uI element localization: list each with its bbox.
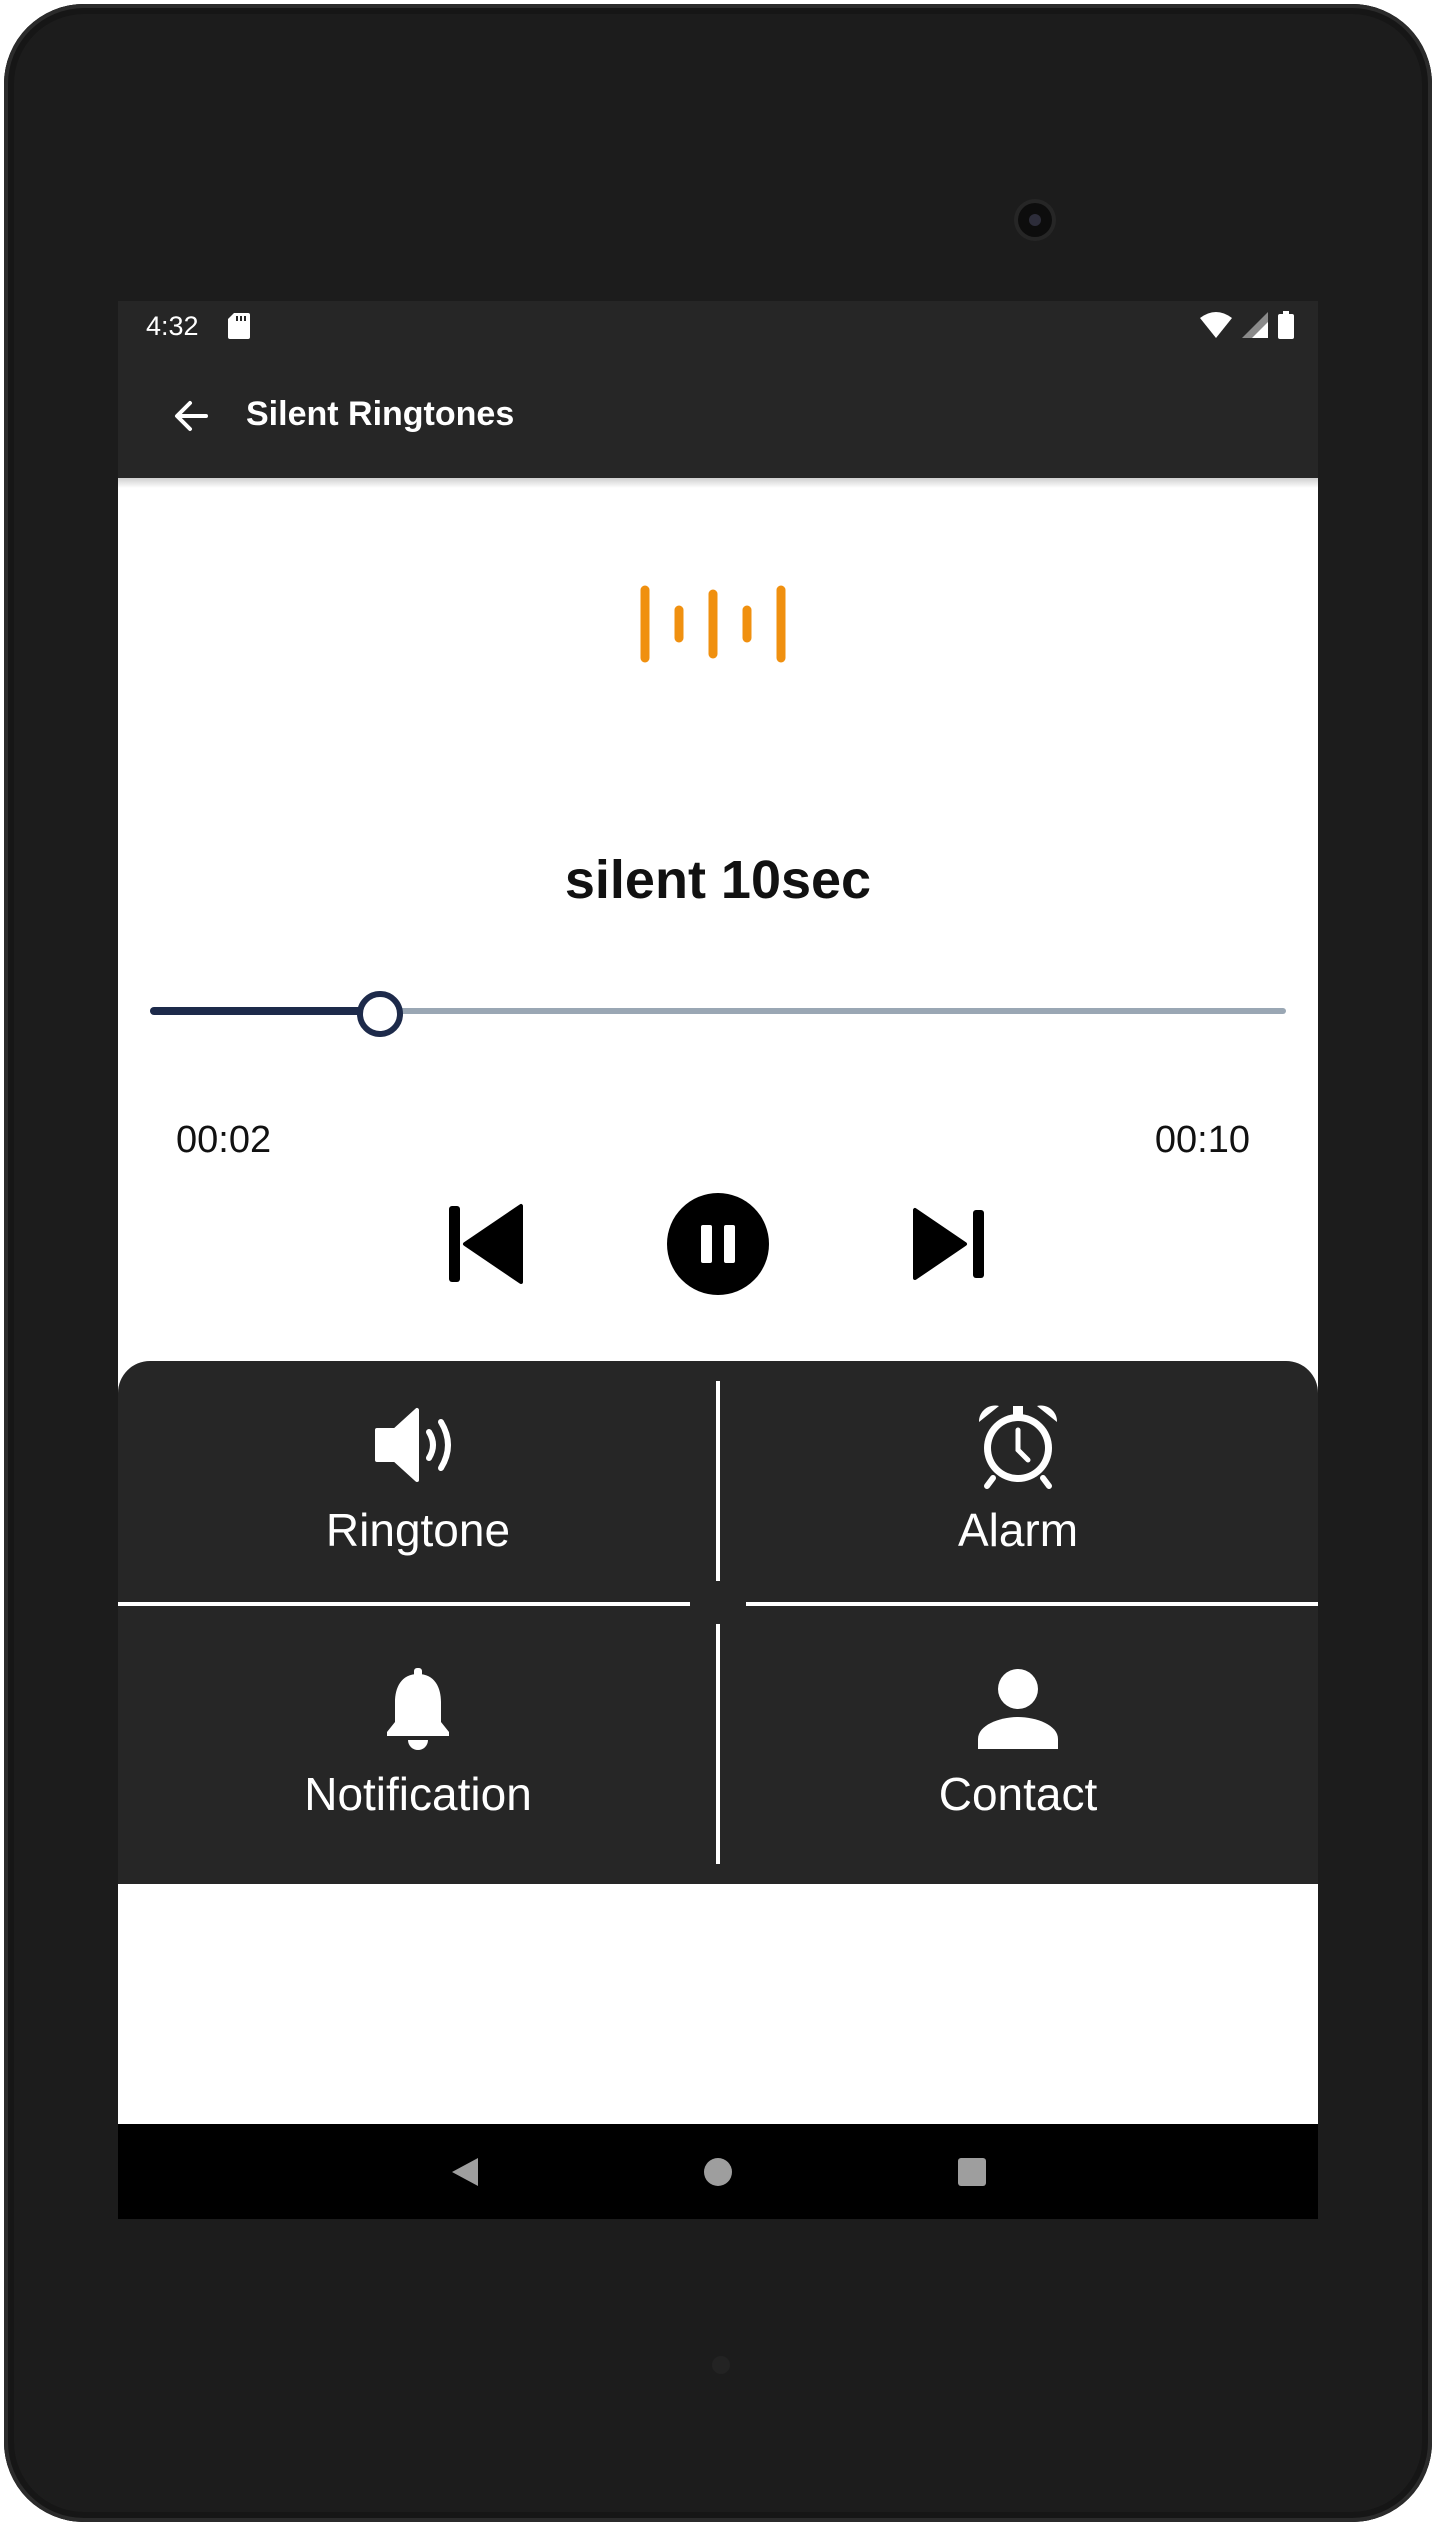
playback-controls xyxy=(118,1189,1318,1299)
divider-vertical-bottom xyxy=(716,1624,720,1864)
skip-previous-icon[interactable] xyxy=(430,1189,540,1299)
alarm-label: Alarm xyxy=(957,1504,1079,1556)
bell-icon xyxy=(383,1661,453,1757)
ringtone-label: Ringtone xyxy=(325,1504,511,1556)
set-as-panel: Ringtone Alarm Notification Contact xyxy=(118,1361,1318,1884)
divider-horizontal-left xyxy=(118,1602,690,1606)
total-time: 00:10 xyxy=(1154,1119,1250,1161)
current-time: 00:02 xyxy=(176,1119,272,1161)
status-icons xyxy=(1200,311,1294,344)
speaker-icon xyxy=(373,1397,463,1493)
alarm-clock-icon xyxy=(973,1397,1063,1493)
sd-card-icon xyxy=(228,313,250,344)
contact-label: Contact xyxy=(938,1768,1098,1820)
nav-back-icon[interactable] xyxy=(436,2144,492,2200)
seek-thumb[interactable] xyxy=(357,991,403,1037)
light-sensor xyxy=(712,2356,730,2374)
skip-next-icon[interactable] xyxy=(896,1189,1006,1299)
seek-progress xyxy=(150,1007,377,1015)
arrow-left-icon[interactable] xyxy=(166,391,216,441)
seek-bar[interactable] xyxy=(150,991,1286,1037)
nav-recents-icon[interactable] xyxy=(944,2144,1000,2200)
person-icon xyxy=(976,1661,1060,1757)
app-title: Silent Ringtones xyxy=(246,395,515,433)
status-bar: 4:32 xyxy=(118,301,1318,351)
notification-button[interactable]: Notification xyxy=(118,1625,718,1865)
track-title: silent 10sec xyxy=(564,850,872,910)
waveform-icon xyxy=(637,584,797,669)
contact-button[interactable]: Contact xyxy=(718,1625,1318,1865)
front-camera xyxy=(1018,203,1052,237)
nav-home-icon[interactable] xyxy=(690,2144,746,2200)
divider-vertical-top xyxy=(716,1381,720,1581)
alarm-button[interactable]: Alarm xyxy=(718,1361,1318,1601)
signal-icon xyxy=(1242,312,1268,343)
divider-horizontal-right xyxy=(746,1602,1318,1606)
system-nav-bar xyxy=(118,2124,1318,2219)
app-bar-shadow xyxy=(118,478,1318,488)
ringtone-button[interactable]: Ringtone xyxy=(118,1361,718,1601)
screen: 4:32 Silent Ringtones silent 10sec 00:02… xyxy=(118,301,1318,2219)
pause-icon[interactable] xyxy=(663,1189,773,1299)
app-bar: Silent Ringtones xyxy=(118,351,1318,478)
status-time: 4:32 xyxy=(146,311,199,341)
notification-label: Notification xyxy=(304,1768,532,1820)
wifi-icon xyxy=(1200,312,1232,343)
battery-icon xyxy=(1278,311,1294,344)
